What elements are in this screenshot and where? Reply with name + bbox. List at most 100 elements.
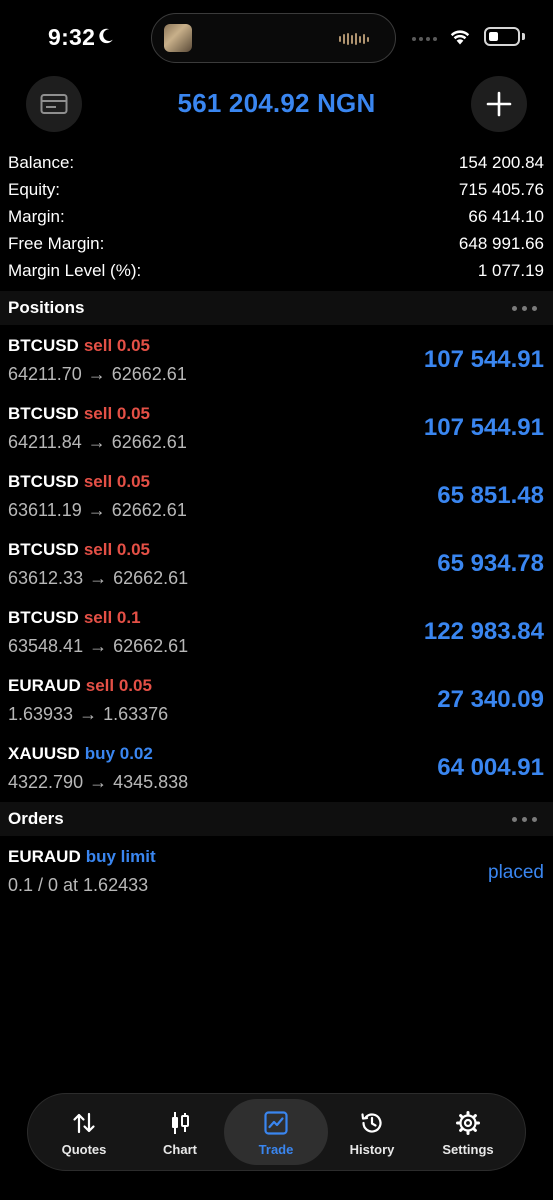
position-current-price: 62662.61 bbox=[113, 636, 189, 656]
positions-title: Positions bbox=[8, 298, 85, 317]
header: 561 204.92 NGN bbox=[0, 76, 553, 136]
position-row[interactable]: XAUUSD buy 0.02 4322.790 → 4345.838 64 004.… bbox=[0, 735, 553, 803]
order-type: buy limit bbox=[85, 847, 156, 866]
summary-value: 1 077.19 bbox=[477, 261, 544, 280]
summary-label: Margin: bbox=[8, 207, 65, 226]
position-symbol: BTCUSD bbox=[8, 336, 79, 355]
positions-more-icon[interactable] bbox=[512, 306, 537, 311]
position-profit: 27 340.09 bbox=[437, 686, 544, 713]
position-side: sell 0.05 bbox=[83, 472, 151, 491]
position-open-price: 64211.84 bbox=[8, 432, 82, 452]
summary-value: 715 405.76 bbox=[458, 180, 544, 199]
summary-value: 648 991.66 bbox=[458, 234, 544, 253]
candlestick-icon bbox=[172, 1112, 189, 1134]
battery-cap bbox=[522, 33, 525, 40]
tab-label: Settings bbox=[442, 1142, 494, 1157]
position-current-price: 4345.838 bbox=[113, 772, 189, 792]
price-arrow: → bbox=[87, 500, 106, 520]
tab-label: Trade bbox=[258, 1142, 294, 1157]
position-symbol: EURAUD bbox=[8, 676, 81, 695]
tab-label: History bbox=[349, 1142, 395, 1157]
tab-bar: Quotes Chart Trade History Settings bbox=[27, 1093, 526, 1171]
summary-row-margin-level: Margin Level (%): 1 077.19 bbox=[0, 258, 553, 285]
history-clock-icon bbox=[361, 1113, 382, 1133]
position-current-price: 1.63376 bbox=[103, 704, 169, 724]
summary-row-margin: Margin: 66 414.10 bbox=[0, 204, 553, 231]
position-open-price: 64211.70 bbox=[8, 364, 82, 384]
price-arrow: → bbox=[89, 772, 108, 792]
position-current-price: 62662.61 bbox=[111, 364, 187, 384]
trade-chart-icon bbox=[264, 1111, 288, 1135]
position-symbol: BTCUSD bbox=[8, 540, 79, 559]
price-arrow: → bbox=[89, 636, 108, 656]
dynamic-island[interactable] bbox=[151, 13, 396, 63]
position-profit: 64 004.91 bbox=[437, 754, 544, 781]
summary-row-free-margin: Free Margin: 648 991.66 bbox=[0, 231, 553, 258]
tab-settings[interactable]: Settings bbox=[420, 1099, 516, 1165]
summary-value: 66 414.10 bbox=[468, 207, 544, 226]
position-profit: 107 544.91 bbox=[423, 414, 544, 441]
plus-icon bbox=[486, 91, 512, 117]
position-row[interactable]: EURAUD sell 0.05 1.63933 → 1.63376 27 340.0… bbox=[0, 667, 553, 735]
position-current-price: 62662.61 bbox=[111, 432, 187, 452]
price-arrow: → bbox=[79, 704, 98, 724]
wifi-icon bbox=[450, 30, 470, 45]
position-side: sell 0.05 bbox=[83, 336, 151, 355]
tab-label: Chart bbox=[163, 1142, 197, 1157]
position-row[interactable]: BTCUSD sell 0.05 64211.84 → 62662.61 107 54… bbox=[0, 395, 553, 463]
position-profit: 65 934.78 bbox=[437, 550, 544, 577]
position-profit: 65 851.48 bbox=[437, 482, 544, 509]
order-row[interactable]: EURAUD buy limit 0.1 / 0 at 1.62433 place… bbox=[0, 838, 553, 906]
position-symbol: BTCUSD bbox=[8, 472, 79, 491]
position-side: sell 0.05 bbox=[83, 540, 151, 559]
tab-trade[interactable]: Trade bbox=[224, 1099, 328, 1165]
tab-quotes[interactable]: Quotes bbox=[36, 1099, 132, 1165]
position-side: sell 0.05 bbox=[83, 404, 151, 423]
position-current-price: 62662.61 bbox=[111, 500, 187, 520]
quotes-arrows-icon bbox=[73, 1112, 95, 1134]
order-symbol: EURAUD bbox=[8, 847, 81, 866]
position-open-price: 63548.41 bbox=[8, 636, 84, 656]
price-arrow: → bbox=[87, 364, 106, 384]
summary-row-equity: Equity: 715 405.76 bbox=[0, 177, 553, 204]
trade-screen: 9:32 561 204.92 NGN Balance: 154 200.84 … bbox=[0, 0, 553, 1200]
tab-label: Quotes bbox=[61, 1142, 107, 1157]
new-order-button[interactable] bbox=[471, 76, 527, 132]
position-profit: 107 544.91 bbox=[423, 346, 544, 373]
orders-more-icon[interactable] bbox=[512, 817, 537, 822]
summary-label: Margin Level (%): bbox=[8, 261, 142, 280]
audio-wave-icon bbox=[339, 33, 369, 45]
summary-value: 154 200.84 bbox=[458, 153, 544, 172]
price-arrow: → bbox=[87, 432, 106, 452]
position-row[interactable]: BTCUSD sell 0.05 63611.19 → 62662.61 65 851… bbox=[0, 463, 553, 531]
cellular-signal-icon bbox=[412, 37, 437, 41]
orders-title: Orders bbox=[8, 809, 64, 828]
summary-label: Equity: bbox=[8, 180, 60, 199]
position-side: sell 0.05 bbox=[85, 676, 152, 695]
position-open-price: 63612.33 bbox=[8, 568, 84, 588]
position-row[interactable]: BTCUSD sell 0.05 63612.33 → 62662.61 65 934… bbox=[0, 531, 553, 599]
summary-row-balance: Balance: 154 200.84 bbox=[0, 150, 553, 177]
tab-chart[interactable]: Chart bbox=[132, 1099, 228, 1165]
position-profit: 122 983.84 bbox=[423, 618, 544, 645]
order-status: placed bbox=[488, 862, 544, 883]
position-symbol: BTCUSD bbox=[8, 404, 79, 423]
gear-icon bbox=[456, 1111, 480, 1135]
position-side: buy 0.02 bbox=[84, 744, 153, 763]
tab-history[interactable]: History bbox=[324, 1099, 420, 1165]
status-time: 9:32 bbox=[48, 24, 96, 50]
summary-label: Balance: bbox=[8, 153, 75, 172]
position-row[interactable]: BTCUSD sell 0.05 64211.70 → 62662.61 107 54… bbox=[0, 327, 553, 395]
position-open-price: 1.63933 bbox=[8, 704, 74, 724]
summary-label: Free Margin: bbox=[8, 234, 105, 253]
position-side: sell 0.1 bbox=[83, 608, 141, 627]
now-playing-artwork bbox=[164, 24, 192, 52]
position-symbol: XAUUSD bbox=[8, 744, 80, 763]
position-row[interactable]: BTCUSD sell 0.1 63548.41 → 62662.61 122 983… bbox=[0, 599, 553, 667]
status-bar: 9:32 bbox=[0, 0, 553, 76]
position-symbol: BTCUSD bbox=[8, 608, 79, 627]
moon-icon bbox=[99, 28, 113, 44]
battery-icon bbox=[484, 27, 520, 46]
orders-section-header: Orders bbox=[0, 802, 553, 836]
account-summary: Balance: 154 200.84 Equity: 715 405.76 M… bbox=[0, 150, 553, 285]
